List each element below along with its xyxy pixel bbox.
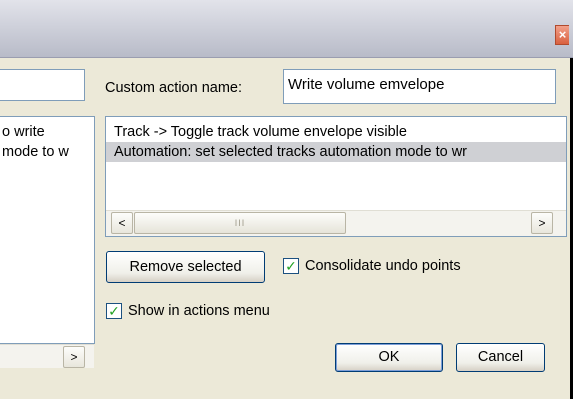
list-item[interactable]: Track -> Toggle track volume envelope vi… bbox=[106, 122, 566, 142]
scroll-left-button[interactable]: < bbox=[111, 212, 133, 234]
cancel-button[interactable]: Cancel bbox=[456, 343, 545, 372]
grip-icon: III bbox=[234, 218, 246, 228]
show-in-menu-checkbox[interactable]: ✓ bbox=[106, 303, 122, 319]
actions-horizontal-scrollbar[interactable]: < III > bbox=[106, 210, 566, 236]
list-item[interactable]: o write bbox=[0, 122, 94, 142]
list-item[interactable]: mode to w bbox=[0, 142, 94, 162]
custom-action-dialog: × o write mode to w > Custom action name… bbox=[0, 0, 573, 399]
scroll-thumb[interactable]: III bbox=[134, 212, 346, 234]
scroll-right-button[interactable]: > bbox=[531, 212, 553, 234]
chevron-right-icon: > bbox=[70, 350, 78, 364]
chevron-left-icon: < bbox=[118, 216, 126, 230]
show-in-menu-label: Show in actions menu bbox=[128, 303, 270, 319]
close-button[interactable]: × bbox=[555, 25, 569, 45]
custom-action-name-label: Custom action name: bbox=[105, 80, 243, 96]
left-name-field[interactable] bbox=[0, 69, 85, 101]
ok-button[interactable]: OK bbox=[335, 343, 443, 372]
consolidate-undo-checkbox[interactable]: ✓ bbox=[283, 258, 299, 274]
custom-action-name-input[interactable]: Write volume emvelope bbox=[283, 69, 556, 104]
left-actions-list[interactable]: o write mode to w bbox=[0, 116, 95, 344]
checkmark-icon: ✓ bbox=[285, 258, 297, 274]
left-horizontal-scrollbar[interactable]: > bbox=[0, 344, 94, 368]
title-bar[interactable]: × bbox=[0, 0, 573, 58]
list-item-selected[interactable]: Automation: set selected tracks automati… bbox=[106, 142, 566, 162]
consolidate-undo-label: Consolidate undo points bbox=[305, 258, 461, 274]
checkmark-icon: ✓ bbox=[108, 303, 120, 319]
remove-selected-button[interactable]: Remove selected bbox=[106, 251, 265, 283]
chevron-right-icon: > bbox=[538, 216, 546, 230]
scroll-right-button[interactable]: > bbox=[63, 346, 85, 368]
close-icon: × bbox=[558, 27, 567, 42]
